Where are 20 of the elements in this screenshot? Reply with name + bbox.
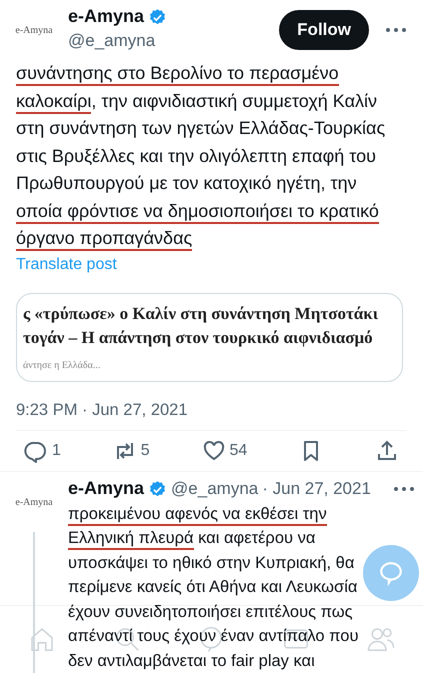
author-handle: @e_amyna (68, 30, 156, 52)
post-date: · Jun 27, 2021 (262, 478, 372, 500)
reply-count: 1 (52, 441, 61, 462)
like-count: 54 (230, 441, 248, 462)
author-handle: @e_amyna (171, 478, 258, 500)
article-title: ς «τρύπωσε» ο Καλίν στη συνάντηση Μητσοτάκι (23, 302, 379, 325)
more-icon[interactable] (385, 27, 407, 33)
follow-button[interactable]: Follow (279, 10, 369, 50)
article-title: τογάν – Η απάντηση στον τουρκικό αιφνιδιασμό (23, 326, 374, 349)
link-card[interactable]: ς «τρύπωσε» ο Καλίν στη συνάντηση Μητσοτάκι τογάν – Η απάντηση στον τουρκικό αιφνιδιασμό άντησε η Ελλάδα... (16, 292, 403, 382)
more-icon[interactable] (393, 486, 415, 492)
reply-icon[interactable] (24, 439, 48, 464)
chat-bubble-icon (378, 560, 404, 586)
post-timestamp: 9:23 PM · Jun 27, 2021 (16, 400, 189, 420)
author-name: e-Amyna (68, 478, 144, 500)
author-name: e-Amyna (68, 6, 144, 28)
article-subtitle: άντησε η Ελλάδα... (23, 358, 102, 372)
repost-count: 5 (140, 441, 150, 462)
post-text: συνάντησης στο Βερολίνο το περασμένο καλοκαίρι, την αιφνιδιαστική συμμετοχή Καλίν στη συνάντηση των ηγετών Ελλάδας-Τουρκίας στις Βρυξέλλες και την ολιγόλεπτη επαφή του Πρωθυπουργού με τον κατοχικό ηγέτη, την οποία φρόντισε να δημοσιοποιήσει το κρατικό όργανο προπαγάνδας (16, 60, 407, 252)
reply-text: προκειμένου αφενός να εκθέσει την Ελληνική πλευρά και αφετέρου να υποσκάψει το ηθικό στην Κυπριακή, θα περίμενε κανείς ότι Αθήνα και Λευκωσία έχουν συνειδητοποιήσει επιτέλους πως απέναντί τους έχουν έναν αντίπαλο που δεν αντιλαμβάνεται το fair play και (68, 504, 360, 672)
